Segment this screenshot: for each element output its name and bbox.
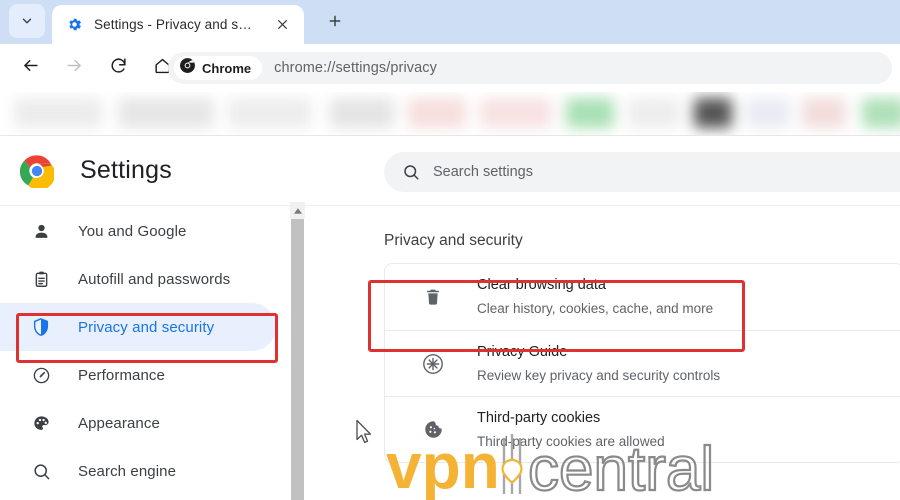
browser-window: Settings - Privacy and security — [0, 0, 900, 500]
reload-button[interactable] — [101, 51, 135, 85]
person-icon — [30, 222, 52, 241]
cookie-icon — [420, 419, 446, 440]
row-third-party-cookies[interactable]: Third-party cookies Third-party cookies … — [385, 396, 900, 462]
speedometer-icon — [30, 366, 52, 385]
settings-content: Privacy and security Clear browsing data… — [305, 207, 900, 500]
new-tab-button[interactable] — [323, 11, 347, 35]
chevron-down-icon — [20, 14, 34, 28]
chrome-circle-icon — [179, 57, 196, 79]
chrome-logo-icon — [19, 154, 56, 190]
chrome-chip-label: Chrome — [202, 60, 252, 76]
browser-toolbar: Chrome chrome://settings/privacy — [0, 44, 900, 92]
bookmarks-blur-overlay — [0, 92, 900, 136]
tab-strip: Settings - Privacy and security — [0, 0, 900, 44]
privacy-settings-card: Clear browsing data Clear history, cooki… — [384, 263, 900, 463]
reload-icon — [109, 56, 128, 80]
search-settings-placeholder: Search settings — [433, 164, 533, 180]
row-subtitle: Review key privacy and security controls — [477, 367, 721, 383]
privacy-guide-icon — [420, 352, 446, 376]
gear-icon — [66, 16, 83, 33]
tab-search-button[interactable] — [9, 4, 45, 38]
sidebar-item-label: You and Google — [78, 222, 187, 240]
page-title: Settings — [80, 156, 172, 184]
arrow-right-icon — [65, 56, 84, 80]
sidebar-item-performance[interactable]: Performance — [0, 351, 276, 399]
bookmarks-bar[interactable] — [0, 92, 900, 136]
plus-icon — [327, 13, 343, 34]
palette-icon — [30, 414, 52, 433]
row-subtitle: Third-party cookies are allowed — [477, 433, 665, 449]
scrollbar-thumb[interactable] — [291, 219, 304, 500]
chrome-origin-chip[interactable]: Chrome — [174, 56, 263, 80]
row-title: Clear browsing data — [477, 277, 606, 293]
address-bar-url: chrome://settings/privacy — [274, 60, 437, 76]
sidebar-item-label: Search engine — [78, 462, 177, 480]
row-text: Clear browsing data Clear history, cooki… — [477, 275, 713, 319]
sidebar-item-label: Privacy and security — [78, 318, 215, 336]
search-settings-input[interactable]: Search settings — [384, 152, 900, 192]
row-text: Third-party cookies Third-party cookies … — [477, 408, 665, 452]
shield-icon — [30, 317, 52, 337]
back-button[interactable] — [13, 51, 47, 85]
sidebar-item-you-and-google[interactable]: You and Google — [0, 207, 276, 255]
arrow-left-icon — [21, 56, 40, 80]
sidebar-item-label: Autofill and passwords — [78, 270, 231, 288]
search-icon — [30, 462, 52, 481]
mouse-cursor — [355, 419, 373, 450]
sidebar-item-search-engine[interactable]: Search engine — [0, 447, 276, 495]
sidebar-item-label: Appearance — [78, 414, 160, 432]
settings-sidebar: You and Google Autofill and passwords Pr… — [0, 207, 288, 500]
row-text: Privacy Guide Review key privacy and sec… — [477, 342, 720, 386]
tab-title: Settings - Privacy and security — [94, 17, 254, 32]
forward-button[interactable] — [57, 51, 91, 85]
page-scrollbar[interactable] — [290, 202, 305, 500]
row-privacy-guide[interactable]: Privacy Guide Review key privacy and sec… — [385, 330, 900, 396]
address-bar[interactable]: Chrome chrome://settings/privacy — [168, 52, 892, 84]
browser-tab[interactable]: Settings - Privacy and security — [52, 5, 304, 44]
section-title: Privacy and security — [384, 232, 523, 249]
scroll-up-arrow-icon[interactable] — [290, 202, 305, 219]
search-icon — [402, 163, 420, 181]
sidebar-item-privacy-and-security[interactable]: Privacy and security — [0, 303, 276, 351]
sidebar-item-label: Performance — [78, 366, 165, 384]
settings-body: You and Google Autofill and passwords Pr… — [0, 202, 900, 500]
row-subtitle: Clear history, cookies, cache, and more — [477, 301, 714, 316]
sidebar-item-autofill-and-passwords[interactable]: Autofill and passwords — [0, 255, 276, 303]
clipboard-icon — [30, 270, 52, 289]
sidebar-item-appearance[interactable]: Appearance — [0, 399, 276, 447]
row-title: Privacy Guide — [477, 343, 568, 360]
close-icon[interactable] — [272, 15, 292, 35]
row-title: Third-party cookies — [477, 409, 601, 426]
trash-icon — [420, 287, 446, 307]
row-clear-browsing-data[interactable]: Clear browsing data Clear history, cooki… — [385, 264, 900, 330]
